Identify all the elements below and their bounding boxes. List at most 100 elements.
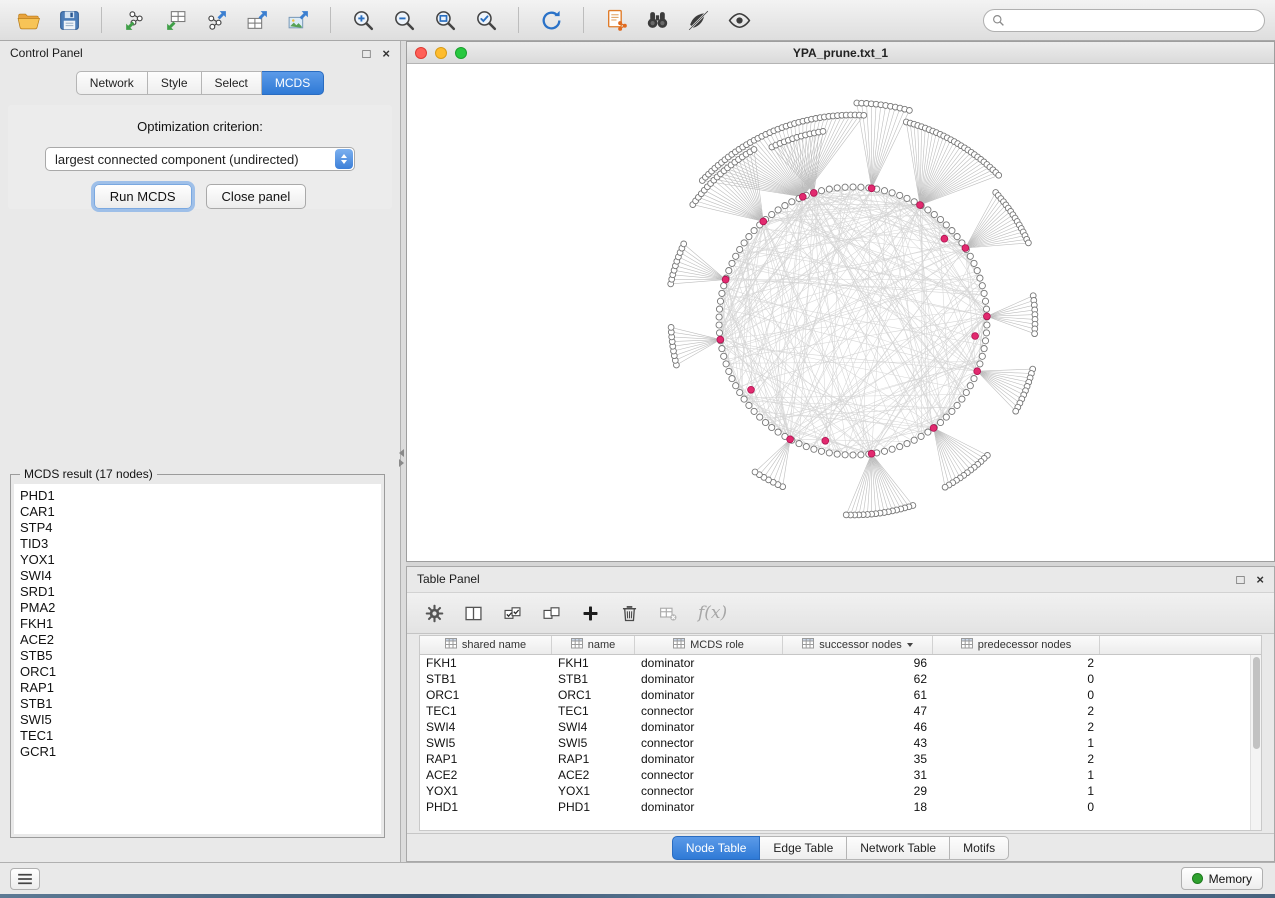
add-column-button[interactable] bbox=[579, 602, 602, 625]
float-panel-icon[interactable]: □ bbox=[363, 47, 371, 60]
zoom-in-button[interactable] bbox=[345, 5, 381, 35]
tab-node-table[interactable]: Node Table bbox=[672, 836, 761, 860]
export-network-button[interactable] bbox=[198, 5, 234, 35]
zoom-out-button[interactable] bbox=[386, 5, 422, 35]
sort-caret-icon[interactable] bbox=[907, 643, 913, 647]
dropdown-stepper-icon bbox=[335, 149, 353, 169]
mcds-result-item[interactable]: YOX1 bbox=[20, 552, 381, 568]
mcds-result-item[interactable]: SRD1 bbox=[20, 584, 381, 600]
memory-label: Memory bbox=[1209, 872, 1252, 886]
table-row[interactable]: ACE2ACE2connector311 bbox=[420, 767, 1261, 783]
column-header-successor-nodes[interactable]: successor nodes bbox=[783, 636, 933, 654]
cell-predecessor-nodes: 0 bbox=[933, 672, 1100, 686]
tab-edge-table[interactable]: Edge Table bbox=[760, 836, 847, 860]
mcds-result-item[interactable]: RAP1 bbox=[20, 680, 381, 696]
tab-style[interactable]: Style bbox=[148, 71, 202, 95]
column-header-name[interactable]: name bbox=[552, 636, 635, 654]
column-header-MCDS-role[interactable]: MCDS role bbox=[635, 636, 783, 654]
save-session-button[interactable] bbox=[51, 5, 87, 35]
table-panel-close-icon[interactable]: × bbox=[1256, 573, 1264, 586]
mcds-result-item[interactable]: TID3 bbox=[20, 536, 381, 552]
close-panel-button[interactable]: Close panel bbox=[206, 184, 307, 209]
table-row[interactable]: SWI5SWI5connector431 bbox=[420, 735, 1261, 751]
import-table-button[interactable] bbox=[157, 5, 193, 35]
table-row[interactable]: SWI4SWI4dominator462 bbox=[420, 719, 1261, 735]
table-panel-float-icon[interactable]: □ bbox=[1237, 573, 1245, 586]
tab-network-table[interactable]: Network Table bbox=[847, 836, 950, 860]
tab-motifs[interactable]: Motifs bbox=[950, 836, 1009, 860]
export-image-button[interactable] bbox=[280, 5, 316, 35]
cell-name: SWI5 bbox=[552, 736, 635, 750]
table-row[interactable]: FKH1FKH1dominator962 bbox=[420, 655, 1261, 671]
cell-shared-name: YOX1 bbox=[420, 784, 552, 798]
apply-function-button[interactable]: f(x) bbox=[698, 603, 727, 623]
menu-button[interactable] bbox=[10, 868, 40, 890]
table-row[interactable]: YOX1YOX1connector291 bbox=[420, 783, 1261, 799]
run-mcds-button[interactable]: Run MCDS bbox=[94, 184, 192, 209]
cell-name: STB1 bbox=[552, 672, 635, 686]
zoom-selected-button[interactable] bbox=[468, 5, 504, 35]
network-canvas[interactable] bbox=[407, 65, 1274, 561]
zoom-fit-button[interactable] bbox=[427, 5, 463, 35]
delete-columns-button[interactable] bbox=[618, 602, 641, 625]
cell-successor-nodes: 18 bbox=[783, 800, 933, 814]
mcds-result-item[interactable]: STP4 bbox=[20, 520, 381, 536]
close-panel-icon[interactable]: × bbox=[382, 47, 390, 60]
open-file-button[interactable] bbox=[10, 5, 46, 35]
search-box[interactable] bbox=[983, 9, 1265, 32]
mcds-result-item[interactable]: CAR1 bbox=[20, 504, 381, 520]
refresh-view-button[interactable] bbox=[533, 5, 569, 35]
mcds-result-item[interactable]: ACE2 bbox=[20, 632, 381, 648]
minimize-window-button[interactable] bbox=[435, 47, 447, 59]
toolbar-separator bbox=[518, 7, 519, 33]
memory-button[interactable]: Memory bbox=[1181, 867, 1263, 890]
delete-table-button[interactable] bbox=[657, 602, 680, 625]
control-panel: Control Panel □ × NetworkStyleSelectMCDS… bbox=[0, 41, 401, 862]
criterion-select[interactable]: largest connected component (undirected) bbox=[45, 147, 355, 171]
search-objects-button[interactable] bbox=[639, 5, 675, 35]
hide-graphics-details-button[interactable] bbox=[680, 5, 716, 35]
show-columns-button[interactable] bbox=[462, 602, 485, 625]
control-panel-tabs: NetworkStyleSelectMCDS bbox=[0, 71, 400, 95]
table-mode-button[interactable] bbox=[423, 602, 446, 625]
mcds-result-item[interactable]: STB1 bbox=[20, 696, 381, 712]
close-window-button[interactable] bbox=[415, 47, 427, 59]
mcds-result-item[interactable]: STB5 bbox=[20, 648, 381, 664]
table-row[interactable]: TEC1TEC1connector472 bbox=[420, 703, 1261, 719]
table-scrollbar[interactable] bbox=[1250, 655, 1261, 830]
column-header-shared-name[interactable]: shared name bbox=[420, 636, 552, 654]
show-graphics-details-icon bbox=[727, 8, 752, 33]
mcds-result-item[interactable]: SWI5 bbox=[20, 712, 381, 728]
table-tabs: Node TableEdge TableNetwork TableMotifs bbox=[672, 836, 1009, 860]
mcds-result-list[interactable]: PHD1CAR1STP4TID3YOX1SWI4SRD1PMA2FKH1ACE2… bbox=[14, 484, 381, 834]
deselect-all-button[interactable] bbox=[540, 602, 563, 625]
table-row[interactable]: PHD1PHD1dominator180 bbox=[420, 799, 1261, 815]
mcds-result-item[interactable]: GCR1 bbox=[20, 744, 381, 760]
scrollbar-thumb[interactable] bbox=[1253, 657, 1260, 749]
mcds-result-item[interactable]: SWI4 bbox=[20, 568, 381, 584]
select-all-button[interactable] bbox=[501, 602, 524, 625]
export-image-icon bbox=[286, 8, 311, 33]
tab-network[interactable]: Network bbox=[76, 71, 148, 95]
tab-select[interactable]: Select bbox=[202, 71, 262, 95]
table-row[interactable]: RAP1RAP1dominator352 bbox=[420, 751, 1261, 767]
search-input[interactable] bbox=[1010, 13, 1256, 27]
tab-mcds[interactable]: MCDS bbox=[262, 71, 324, 95]
cell-name: SWI4 bbox=[552, 720, 635, 734]
table-row[interactable]: STB1STB1dominator620 bbox=[420, 671, 1261, 687]
mcds-result-item[interactable]: PMA2 bbox=[20, 600, 381, 616]
column-header-predecessor-nodes[interactable]: predecessor nodes bbox=[933, 636, 1100, 654]
mcds-result-item[interactable]: TEC1 bbox=[20, 728, 381, 744]
show-graphics-details-button[interactable] bbox=[721, 5, 757, 35]
mcds-result-item[interactable]: FKH1 bbox=[20, 616, 381, 632]
save-session-icon bbox=[57, 8, 82, 33]
table-row[interactable]: ORC1ORC1dominator610 bbox=[420, 687, 1261, 703]
cell-successor-nodes: 35 bbox=[783, 752, 933, 766]
mcds-result-item[interactable]: ORC1 bbox=[20, 664, 381, 680]
maximize-window-button[interactable] bbox=[455, 47, 467, 59]
export-table-button[interactable] bbox=[239, 5, 275, 35]
splitter-collapse-icon[interactable] bbox=[399, 449, 404, 467]
mcds-result-item[interactable]: PHD1 bbox=[20, 488, 381, 504]
import-network-button[interactable] bbox=[116, 5, 152, 35]
duplicate-network-button[interactable] bbox=[598, 5, 634, 35]
